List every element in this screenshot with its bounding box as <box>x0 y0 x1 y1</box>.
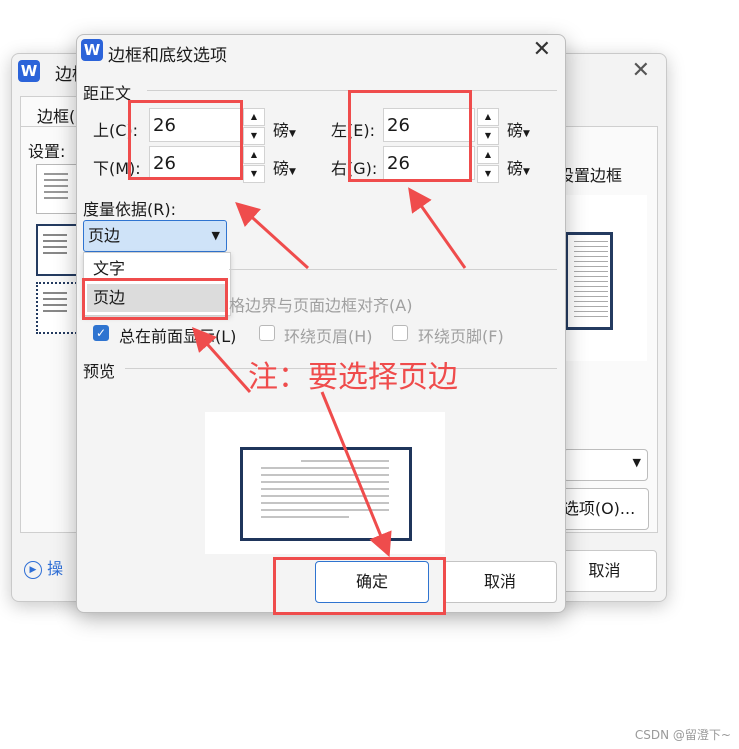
arrow-to-page-edge <box>192 327 252 393</box>
annotation-note: 注：要选择页边 <box>248 360 458 395</box>
arrow-to-ok <box>320 391 392 558</box>
arrow-to-left-right <box>408 187 467 269</box>
watermark: CSDN @留澄下~ <box>634 728 731 742</box>
arrow-to-top-bottom <box>235 201 310 270</box>
